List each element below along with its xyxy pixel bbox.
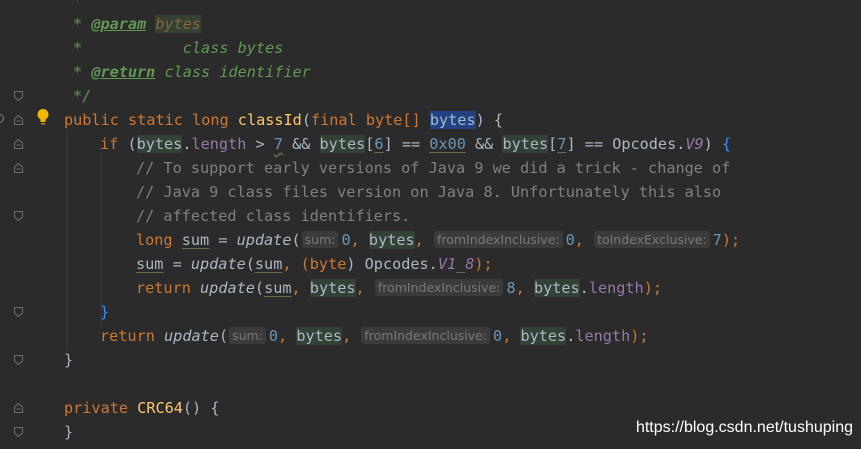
watermark: https://blog.csdn.net/tushuping: [635, 419, 853, 436]
fold-start-icon[interactable]: [14, 403, 23, 413]
fold-end-icon[interactable]: [14, 211, 23, 221]
param-hint: toIndexExclusive:: [594, 231, 710, 248]
param-hint: fromIndexInclusive:: [433, 231, 563, 248]
fold-end-icon[interactable]: [14, 427, 23, 437]
javadoc-line: * class bytes: [73, 39, 284, 57]
javadoc-line: *: [73, 0, 83, 9]
code-comment: // To support early versions of Java 9 w…: [136, 159, 731, 177]
fold-end-icon[interactable]: [14, 91, 23, 101]
lightbulb-icon[interactable]: [36, 108, 50, 126]
selected-param: bytes: [429, 111, 476, 129]
code-line[interactable]: long sum = update(sum: 0, bytes, fromInde…: [136, 228, 740, 252]
param-hint: sum:: [229, 327, 266, 344]
fold-start-icon[interactable]: [14, 163, 23, 173]
indent-guide: [67, 132, 68, 348]
param-hint: sum:: [301, 231, 339, 248]
method-signature[interactable]: public static long classId(final byte[] …: [64, 108, 503, 132]
return-statement[interactable]: return update(sum: 0, bytes, fromIndexInc…: [100, 324, 649, 348]
javadoc-line: * @return class identifier: [73, 63, 311, 81]
fold-end-icon[interactable]: [14, 307, 23, 317]
closing-brace: }: [100, 303, 110, 321]
code-comment: // affected class identifiers.: [136, 207, 411, 225]
indent-guide: [101, 156, 102, 324]
fold-start-icon[interactable]: [14, 115, 23, 125]
return-statement[interactable]: return update(sum, bytes, fromIndexInclu…: [136, 276, 662, 300]
fold-end-icon[interactable]: [14, 355, 23, 365]
fold-start-icon[interactable]: [14, 139, 23, 149]
param-hint: fromIndexInclusive:: [374, 279, 504, 296]
editor-gutter[interactable]: [0, 0, 34, 449]
constructor-signature[interactable]: private CRC64() {: [64, 396, 220, 420]
if-statement[interactable]: if (bytes.length > 7 && bytes[6] == 0x00…: [100, 132, 731, 156]
code-line[interactable]: sum = update(sum, (byte) Opcodes.V1_8);: [136, 252, 493, 276]
param-hint: fromIndexInclusive:: [361, 327, 491, 344]
code-comment: // Java 9 class files version on Java 8.…: [136, 183, 722, 201]
closing-brace: }: [64, 423, 74, 441]
javadoc-line: * @param bytes: [73, 15, 202, 33]
closing-brace: }: [64, 351, 74, 369]
javadoc-line: */: [73, 87, 92, 105]
